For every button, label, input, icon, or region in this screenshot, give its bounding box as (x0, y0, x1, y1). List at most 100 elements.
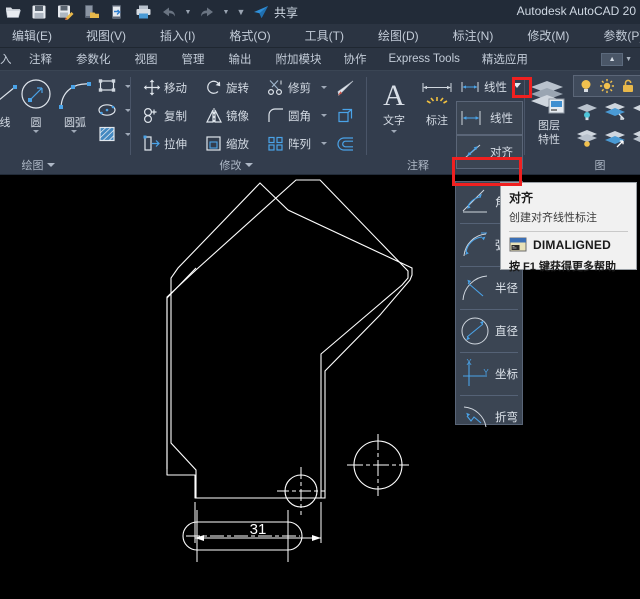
menu-item-parametric[interactable]: 参数(P) (597, 27, 640, 44)
layer-merge-icon[interactable] (603, 129, 627, 149)
undo-dropdown-arrow[interactable]: ▼ (182, 0, 194, 24)
text-dropdown-arrow[interactable] (391, 130, 397, 133)
layer-freeze-icon[interactable] (603, 101, 627, 121)
slot-feature (182, 510, 303, 562)
flyout-divider-4 (460, 352, 518, 353)
flyout-linear-item[interactable]: 线性 (459, 109, 513, 127)
panel-layers-title-label: 图 (594, 160, 606, 172)
panel-modify-expand-arrow[interactable] (244, 163, 253, 167)
redo-dropdown-arrow[interactable]: ▼ (220, 0, 232, 24)
tab-collaborate[interactable]: 协作 (337, 51, 374, 67)
panel-layers: 图层 特性 图 (525, 71, 640, 175)
hatch-tool[interactable] (97, 125, 131, 143)
array-tool-label: 阵列 (288, 138, 311, 151)
dim-diameter-item[interactable]: 直径 (456, 311, 522, 351)
menu-item-dimension[interactable]: 标注(N) (447, 27, 500, 44)
dimension-31-text: 31 (250, 521, 267, 538)
rotate-tool[interactable]: 旋转 (205, 79, 249, 96)
layer-state-manager-icon[interactable] (631, 129, 640, 149)
menu-item-insert[interactable]: 插入(I) (154, 27, 201, 44)
mirror-tool[interactable]: 镜像 (205, 107, 249, 124)
layer-unisolate-icon[interactable] (575, 129, 599, 149)
panel-draw-title[interactable]: 绘图 (0, 157, 98, 173)
tab-home-clipped[interactable]: 入 (0, 51, 12, 67)
quick-access-toolbar: ▼ ▼ ▼ 共享 Autodesk AutoCAD 20 (0, 0, 640, 24)
tab-manage[interactable]: 管理 (175, 51, 212, 67)
part-body (167, 268, 316, 469)
flyout-linear-label: 线性 (490, 113, 513, 125)
menu-item-modify[interactable]: 修改(M) (521, 27, 575, 44)
fillet-tool[interactable]: 圆角 (267, 107, 311, 124)
tab-addins[interactable]: 附加模块 (269, 51, 329, 67)
trim-tool[interactable]: 修剪 (267, 79, 311, 96)
rectangle-tool[interactable] (97, 77, 131, 95)
part-silhouette (166, 179, 409, 499)
tab-express-tools[interactable]: Express Tools (382, 53, 467, 65)
layer-properties-button[interactable] (527, 77, 567, 117)
circle-tool-dropdown-arrow[interactable] (33, 130, 39, 133)
fillet-dropdown-arrow[interactable] (321, 114, 327, 117)
dim-radius-item[interactable]: 半径 (456, 268, 522, 308)
array-dropdown-arrow[interactable] (321, 142, 327, 145)
ribbon-collapse-dropdown-arrow[interactable]: ▼ (625, 56, 632, 63)
mechanical-part (166, 267, 197, 469)
tab-view[interactable]: 视图 (128, 51, 165, 67)
share-label[interactable]: 共享 (274, 4, 298, 21)
command-icon (509, 237, 527, 253)
trim-dropdown-arrow[interactable] (321, 86, 327, 89)
tab-parametric[interactable]: 参数化 (69, 51, 118, 67)
ribbon-collapse-button[interactable]: ▲ (601, 52, 624, 66)
panel-modify-title[interactable]: 修改 (131, 157, 341, 173)
layer-unlock-icon[interactable] (620, 78, 636, 94)
scale-tool-label: 缩放 (226, 138, 249, 151)
linear-dim-dropdown-arrow[interactable] (513, 83, 521, 88)
save-icon[interactable] (26, 0, 52, 24)
erase-tool[interactable] (336, 79, 356, 97)
layer-isolate-icon[interactable] (575, 101, 599, 121)
text-tool[interactable]: A 文字 (373, 77, 415, 128)
fillet-tool-label: 圆角 (288, 110, 311, 123)
dimension-tool[interactable]: 标注 (415, 77, 459, 128)
undo-icon[interactable] (156, 0, 182, 24)
layer-thaw-icon[interactable] (599, 78, 615, 94)
open-icon[interactable] (0, 0, 26, 24)
panel-draw-title-label: 绘图 (21, 160, 44, 172)
redo-icon[interactable] (194, 0, 220, 24)
stretch-tool[interactable]: 拉伸 (143, 135, 187, 152)
menu-item-tools[interactable]: 工具(T) (299, 27, 350, 44)
ellipse-tool[interactable] (97, 101, 131, 119)
qat-customize-arrow[interactable]: ▼ (232, 0, 250, 24)
menu-item-edit[interactable]: 编辑(E) (6, 27, 58, 44)
move-tool[interactable]: 移动 (143, 79, 187, 96)
panel-draw-expand-arrow[interactable] (46, 163, 55, 167)
panel-draw: 线 圆 圆弧 绘图 (0, 71, 131, 175)
tab-annotate[interactable]: 注释 (22, 51, 59, 67)
share-icon[interactable] (250, 0, 272, 24)
offset-tool[interactable] (336, 135, 356, 153)
export-icon[interactable] (78, 0, 104, 24)
menu-item-format[interactable]: 格式(O) (223, 27, 276, 44)
linear-dim-button[interactable]: 线性 (459, 79, 507, 95)
copy-tool[interactable]: 复制 (143, 107, 187, 124)
cloud-sync-icon[interactable] (104, 0, 130, 24)
mirror-tool-label: 镜像 (226, 110, 249, 123)
tab-featured-apps[interactable]: 精选应用 (475, 51, 535, 67)
dim-jogged-item[interactable]: 折弯 (456, 397, 522, 437)
scale-tool[interactable]: 缩放 (205, 135, 249, 152)
array-tool[interactable]: 阵列 (267, 135, 311, 152)
tooltip-command: DIMALIGNED (533, 238, 611, 252)
explode-tool[interactable] (336, 107, 356, 125)
dim-jogged-label: 折弯 (495, 412, 518, 424)
arc-tool[interactable]: 圆弧 (52, 77, 98, 130)
layer-off-icon[interactable] (631, 101, 640, 121)
part-profile (168, 278, 264, 469)
menu-item-draw[interactable]: 绘图(D) (372, 27, 425, 44)
print-icon[interactable] (130, 0, 156, 24)
tab-output[interactable]: 输出 (222, 51, 259, 67)
layer-on-icon[interactable] (578, 78, 594, 94)
menu-item-view[interactable]: 视图(V) (80, 27, 132, 44)
save-as-icon[interactable] (52, 0, 78, 24)
arc-tool-dropdown-arrow[interactable] (71, 130, 77, 133)
panel-modify: 移动 旋转 修剪 复制 镜像 圆角 拉伸 缩放 阵列 修改 (131, 71, 365, 175)
dim-ordinate-item[interactable]: X Y 坐标 (456, 354, 522, 394)
